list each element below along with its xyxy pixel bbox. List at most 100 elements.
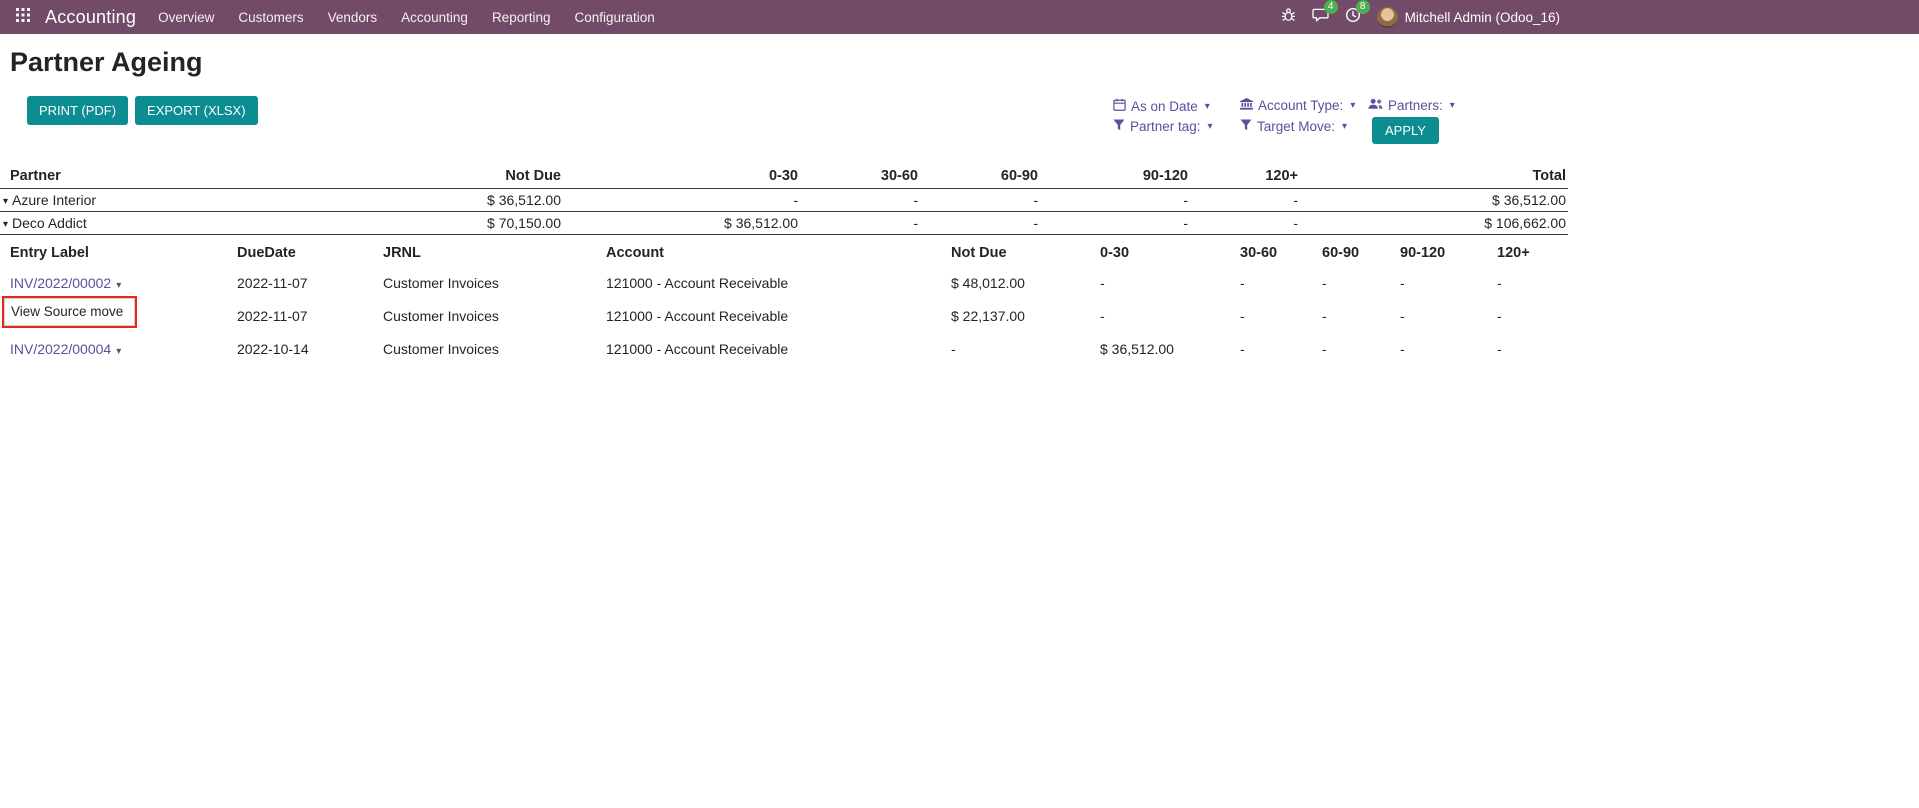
col-not-due: Not Due xyxy=(951,240,1100,266)
col-120plus: 120+ xyxy=(1497,240,1568,266)
filter-account-type-label: Account Type: xyxy=(1258,98,1343,113)
activities-menu-button[interactable]: 8 xyxy=(1345,7,1361,28)
top-navbar: Accounting Overview Customers Vendors Ac… xyxy=(0,0,1919,34)
cell-90-120: - xyxy=(1040,212,1190,235)
caret-down-icon: ▾ xyxy=(1342,121,1347,132)
detail-table: Entry Label DueDate JRNL Account Not Due… xyxy=(10,240,1568,365)
users-icon xyxy=(1368,98,1383,113)
col-30-60: 30-60 xyxy=(1240,240,1322,266)
messages-menu-button[interactable]: 4 xyxy=(1312,7,1329,27)
col-0-30: 0-30 xyxy=(1100,240,1240,266)
collapse-caret-icon[interactable]: ▾ xyxy=(3,196,8,207)
caret-down-icon: ▾ xyxy=(1350,100,1355,111)
cell-60-90: - xyxy=(1322,266,1400,299)
entry-dropdown-caret-icon[interactable]: ▾ xyxy=(116,280,121,291)
print-pdf-button[interactable]: PRINT (PDF) xyxy=(27,96,128,125)
filter-as-on-date[interactable]: As on Date ▾ xyxy=(1113,98,1210,114)
menu-reporting[interactable]: Reporting xyxy=(480,0,563,34)
filter-partner-tag[interactable]: Partner tag: ▾ xyxy=(1113,119,1213,134)
entry-label-link[interactable]: INV/2022/00002 xyxy=(10,275,111,291)
apply-button[interactable]: APPLY xyxy=(1372,117,1439,144)
col-90-120: 90-120 xyxy=(1040,164,1190,189)
entry-row-hidden-by-dropdown: 2022-11-07 Customer Invoices 121000 - Ac… xyxy=(10,299,1568,332)
collapse-caret-icon[interactable]: ▾ xyxy=(3,219,8,230)
col-60-90: 60-90 xyxy=(1322,240,1400,266)
menu-overview[interactable]: Overview xyxy=(146,0,226,34)
cell-duedate: 2022-10-14 xyxy=(237,332,383,365)
page-title: Partner Ageing xyxy=(10,47,203,78)
partner-name[interactable]: Azure Interior xyxy=(12,192,96,208)
cell-60-90: - xyxy=(1322,332,1400,365)
user-menu-button[interactable]: Mitchell Admin (Odoo_16) xyxy=(1377,7,1560,28)
app-name[interactable]: Accounting xyxy=(45,7,136,28)
cell-60-90: - xyxy=(920,212,1040,235)
partner-row-deco-addict[interactable]: ▾ Deco Addict $ 70,150.00 $ 36,512.00 - -… xyxy=(0,212,1568,235)
menu-customers[interactable]: Customers xyxy=(226,0,315,34)
report-action-buttons: PRINT (PDF) EXPORT (XLSX) xyxy=(27,96,258,125)
col-30-60: 30-60 xyxy=(800,164,920,189)
apps-menu-button[interactable] xyxy=(8,0,38,34)
cell-30-60: - xyxy=(1240,299,1322,332)
avatar xyxy=(1377,7,1398,28)
cell-0-30: $ 36,512.00 xyxy=(1100,332,1240,365)
caret-down-icon: ▾ xyxy=(1208,121,1213,132)
annotation-highlight-box: View Source move xyxy=(2,296,137,328)
main-menu: Overview Customers Vendors Accounting Re… xyxy=(146,0,667,34)
cell-0-30: - xyxy=(563,189,800,212)
cell-90-120: - xyxy=(1400,332,1497,365)
partner-name[interactable]: Deco Addict xyxy=(12,215,87,231)
cell-account: 121000 - Account Receivable xyxy=(606,266,951,299)
cell-90-120: - xyxy=(1400,266,1497,299)
navbar-right: 4 8 Mitchell Admin (Odoo_16) xyxy=(1281,7,1560,28)
export-xlsx-button[interactable]: EXPORT (XLSX) xyxy=(135,96,258,125)
cell-0-30: - xyxy=(1100,266,1240,299)
cell-account: 121000 - Account Receivable xyxy=(606,332,951,365)
cell-not-due: $ 48,012.00 xyxy=(951,266,1100,299)
partner-row-azure-interior[interactable]: ▾Azure Interior $ 36,512.00 - - - - - $ … xyxy=(0,189,1568,212)
funnel-icon xyxy=(1240,119,1252,134)
navbar-inner: Accounting Overview Customers Vendors Ac… xyxy=(0,0,1568,34)
cell-120plus: - xyxy=(1497,266,1568,299)
cell-total: $ 106,662.00 xyxy=(1300,212,1568,235)
cell-duedate: 2022-11-07 xyxy=(237,266,383,299)
col-120plus: 120+ xyxy=(1190,164,1300,189)
entry-label-link[interactable]: INV/2022/00004 xyxy=(10,341,111,357)
cell-0-30: $ 36,512.00 xyxy=(563,212,800,235)
view-source-move-menu-item[interactable]: View Source move xyxy=(4,298,135,326)
filter-account-type[interactable]: Account Type: ▾ xyxy=(1240,98,1355,113)
cell-not-due: $ 70,150.00 xyxy=(420,212,563,235)
debug-menu-button[interactable] xyxy=(1281,7,1296,27)
col-60-90: 60-90 xyxy=(920,164,1040,189)
cell-60-90: - xyxy=(920,189,1040,212)
activities-badge: 8 xyxy=(1356,0,1370,14)
caret-down-icon: ▾ xyxy=(1205,101,1210,112)
cell-account: 121000 - Account Receivable xyxy=(606,299,951,332)
cell-30-60: - xyxy=(800,189,920,212)
cell-duedate: 2022-11-07 xyxy=(237,299,383,332)
menu-configuration[interactable]: Configuration xyxy=(562,0,666,34)
entry-dropdown-caret-icon[interactable]: ▾ xyxy=(116,346,121,357)
col-not-due: Not Due xyxy=(420,164,563,189)
detail-header-row: Entry Label DueDate JRNL Account Not Due… xyxy=(10,240,1568,266)
cell-jrnl: Customer Invoices xyxy=(383,332,606,365)
cell-30-60: - xyxy=(1240,266,1322,299)
user-name: Mitchell Admin (Odoo_16) xyxy=(1405,10,1560,25)
filter-target-move-label: Target Move: xyxy=(1257,119,1335,134)
cell-jrnl: Customer Invoices xyxy=(383,299,606,332)
entry-row-inv-2022-00004: INV/2022/00004 ▾ 2022-10-14 Customer Invo… xyxy=(10,332,1568,365)
cell-120plus: - xyxy=(1497,299,1568,332)
funnel-icon xyxy=(1113,119,1125,134)
filter-target-move[interactable]: Target Move: ▾ xyxy=(1240,119,1347,134)
menu-vendors[interactable]: Vendors xyxy=(316,0,390,34)
cell-not-due: $ 36,512.00 xyxy=(420,189,563,212)
col-jrnl: JRNL xyxy=(383,240,606,266)
summary-table: Partner Not Due 0-30 30-60 60-90 90-120 … xyxy=(0,164,1568,235)
cell-30-60: - xyxy=(800,212,920,235)
caret-down-icon: ▾ xyxy=(1450,100,1455,111)
cell-90-120: - xyxy=(1400,299,1497,332)
menu-accounting[interactable]: Accounting xyxy=(389,0,480,34)
filter-partners[interactable]: Partners: ▾ xyxy=(1368,98,1455,113)
col-total: Total xyxy=(1300,164,1568,189)
cell-not-due: - xyxy=(951,332,1100,365)
col-0-30: 0-30 xyxy=(563,164,800,189)
